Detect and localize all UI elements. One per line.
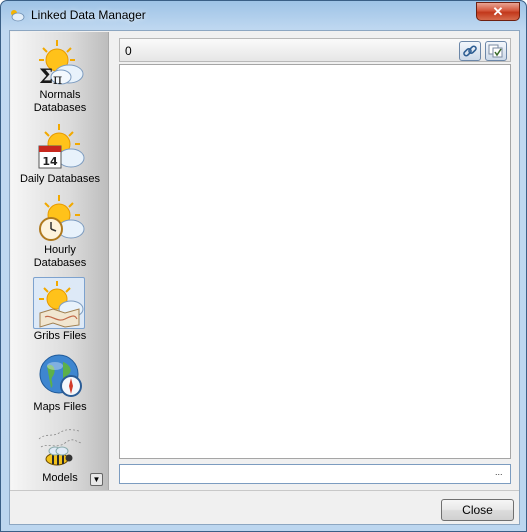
nav-scroll-down-button[interactable]: ▼ [90, 473, 103, 486]
window-close-button[interactable]: ✕ [476, 2, 520, 21]
sigma-pi-cloud-icon: Σ π [35, 38, 85, 88]
nav-item-hourly-databases[interactable]: Hourly Databases [11, 193, 109, 270]
svg-text:Σ: Σ [39, 64, 53, 88]
path-input[interactable] [119, 464, 511, 484]
link-button[interactable] [459, 41, 481, 61]
nav-item-normals-databases[interactable]: Σ π Normals Databases [11, 38, 109, 115]
grib-map-cloud-icon [35, 279, 85, 329]
bee-formula-icon [35, 421, 85, 471]
nav-item-gribs-files[interactable]: Gribs Files [11, 277, 109, 343]
linked-data-list[interactable] [119, 64, 511, 459]
item-count: 0 [125, 44, 132, 58]
calendar-cloud-icon: 14 [35, 122, 85, 172]
close-button[interactable]: Close [441, 499, 514, 521]
nav-item-daily-databases[interactable]: 14 Daily Databases [11, 122, 109, 186]
dialog-footer: Close [10, 490, 519, 524]
globe-compass-icon [35, 350, 85, 400]
client-area: Σ π Normals Databases 14 Daily Databases… [9, 30, 520, 525]
nav-item-label: Maps Files [33, 401, 87, 413]
category-navigation: Σ π Normals Databases 14 Daily Databases… [11, 32, 109, 491]
title-bar[interactable]: Linked Data Manager ✕ [1, 1, 526, 29]
clock-cloud-icon [35, 193, 85, 243]
nav-item-label: Daily Databases [19, 173, 101, 185]
checklist-icon [488, 44, 503, 58]
cloud-app-icon [11, 10, 25, 22]
list-header: 0 [119, 38, 511, 62]
svg-text:π: π [53, 72, 62, 88]
svg-text:14: 14 [42, 155, 58, 168]
nav-item-maps-files[interactable]: Maps Files [11, 350, 109, 414]
window-frame: Linked Data Manager ✕ Σ π Normals Databa… [0, 0, 527, 532]
window-title: Linked Data Manager [31, 8, 146, 22]
nav-item-label: Hourly Databases [33, 244, 87, 269]
check-items-button[interactable] [485, 41, 507, 61]
link-icon [463, 45, 477, 57]
nav-item-label: Gribs Files [33, 330, 87, 342]
nav-item-label: Normals Databases [33, 89, 87, 114]
